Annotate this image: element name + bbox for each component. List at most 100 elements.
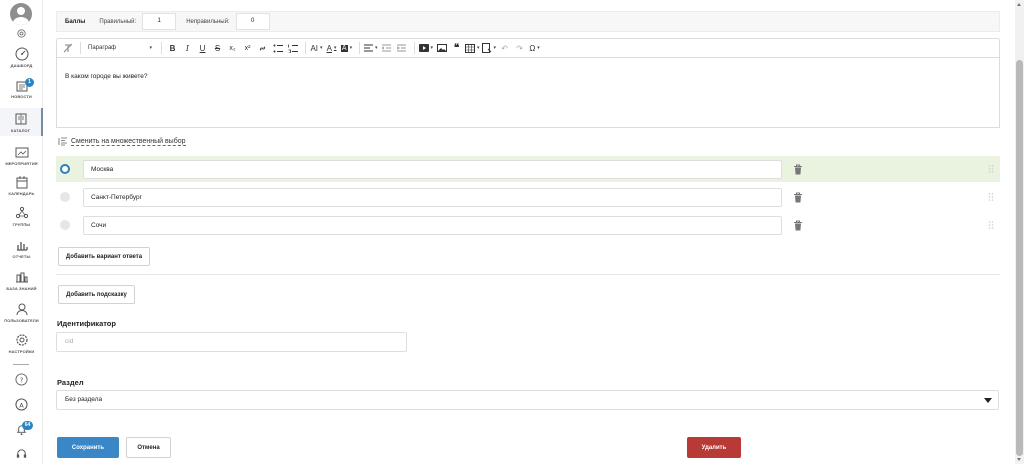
sidebar-item-label: каталог [10, 128, 31, 133]
answer-row: Санкт-Петербург [56, 184, 1000, 210]
catalog-icon [15, 113, 26, 125]
switch-to-multiple-choice[interactable]: Сменить на множественный выбор [58, 137, 186, 146]
clear-format-button[interactable] [61, 41, 74, 55]
settings-gear-icon[interactable] [16, 28, 27, 39]
toolbar-separator [305, 42, 306, 54]
template-icon [481, 43, 491, 53]
answer-correct-radio[interactable] [60, 220, 70, 230]
superscript-button[interactable]: x² [241, 41, 254, 55]
drag-handle-icon[interactable] [988, 165, 994, 173]
sidebar-item-label: отчеты [12, 254, 31, 259]
answer-text-input[interactable]: Москва [83, 159, 782, 179]
insert-template-button[interactable]: ▾ [481, 41, 497, 55]
numbered-list-button[interactable] [286, 41, 299, 55]
answer-correct-radio[interactable] [60, 192, 70, 202]
save-button[interactable]: Сохранить [57, 437, 119, 458]
trash-icon[interactable] [793, 220, 803, 231]
insert-image-button[interactable] [435, 41, 448, 55]
toolbar-separator [161, 42, 162, 54]
sidebar-item-settings[interactable]: настройки [0, 333, 43, 357]
bold-button[interactable]: B [166, 41, 179, 55]
language-icon[interactable]: A [15, 398, 28, 411]
chevron-down-icon: ▾ [349, 45, 353, 51]
correct-score-label: Правильный: [99, 18, 137, 25]
bulleted-list-button[interactable] [271, 41, 284, 55]
paragraph-format-select[interactable]: Параграф ▾ [85, 41, 155, 55]
page-scrollbar[interactable] [1015, 0, 1024, 464]
subscript-button[interactable]: x₂ [226, 41, 239, 55]
indent-button[interactable] [395, 41, 408, 55]
cancel-button[interactable]: Отмена [126, 437, 171, 458]
trash-icon[interactable] [793, 164, 803, 175]
correct-score-input[interactable]: 1 [142, 13, 177, 30]
underline-button[interactable]: U [196, 41, 209, 55]
align-button[interactable]: ▾ [364, 41, 378, 55]
sidebar-item-knowledge-base[interactable]: база знаний [0, 270, 43, 294]
drag-handle-icon[interactable] [988, 221, 994, 229]
sidebar-item-label: база знаний [6, 286, 37, 291]
score-bar: Баллы Правильный: 1 Неправильный: 0 [56, 11, 1000, 32]
link-button[interactable] [256, 41, 269, 55]
scroll-down-arrow-icon[interactable] [1017, 458, 1021, 461]
table-icon [465, 43, 476, 53]
user-avatar[interactable] [10, 3, 32, 25]
font-color-button[interactable]: A ▾ [325, 41, 338, 55]
support-headset-icon[interactable] [15, 447, 28, 460]
italic-button[interactable]: I [181, 41, 194, 55]
strikethrough-button[interactable]: S [211, 41, 224, 55]
switch-to-multiple-choice-label: Сменить на множественный выбор [71, 137, 186, 146]
sidebar-item-news[interactable]: новости [0, 78, 43, 104]
outdent-button[interactable] [380, 41, 393, 55]
sidebar-item-calendar[interactable]: календарь [0, 175, 43, 199]
list-toggle-icon [58, 137, 67, 146]
font-size-button[interactable]: AI ▾ [310, 41, 323, 55]
toolbar-separator [413, 42, 415, 54]
indent-icon [396, 44, 406, 52]
answer-text-input[interactable]: Сочи [83, 215, 782, 235]
question-editor: Баллы Правильный: 1 Неправильный: 0 Пара… [56, 0, 1000, 464]
clear-format-icon [63, 43, 72, 53]
sidebar-item-dashboard[interactable]: дашборд [0, 47, 43, 73]
notifications-badge: 64 [22, 421, 33, 430]
sidebar-item-events[interactable]: мероприятия [0, 145, 43, 169]
insert-table-button[interactable]: ▾ [465, 41, 480, 55]
sidebar-item-label: новости [11, 94, 32, 99]
toolbar-separator [359, 42, 360, 54]
question-text-editor[interactable]: В каком городе вы живете? [56, 58, 1000, 128]
incorrect-score-label: Неправильный: [186, 18, 230, 25]
help-icon[interactable]: ? [15, 373, 28, 386]
align-left-icon [364, 44, 373, 52]
sidebar-item-groups[interactable]: группы [0, 206, 43, 230]
section-select[interactable]: Без раздела [56, 390, 999, 410]
chevron-down-icon: ▾ [375, 45, 378, 51]
svg-text:?: ? [20, 375, 24, 384]
scroll-up-arrow-icon[interactable] [1017, 3, 1021, 6]
blockquote-button[interactable]: ❝ [450, 41, 463, 55]
highlight-color-button[interactable]: A ▾ [340, 41, 353, 55]
chevron-down-icon: ▾ [477, 45, 480, 51]
answer-text-input[interactable]: Санкт-Петербург [83, 187, 782, 207]
delete-button[interactable]: Удалить [687, 437, 741, 458]
drag-handle-icon[interactable] [988, 193, 994, 201]
special-characters-button[interactable]: Ω ▾ [528, 41, 541, 55]
add-answer-button[interactable]: Добавить вариант ответа [58, 247, 150, 266]
sidebar-item-label: мероприятия [5, 161, 38, 166]
insert-media-button[interactable]: ▾ [418, 41, 433, 55]
sidebar-item-reports[interactable]: отчеты [0, 238, 43, 262]
chevron-down-icon: ▾ [493, 45, 497, 51]
answer-correct-radio[interactable] [60, 164, 70, 174]
add-hint-button[interactable]: Добавить подсказку [58, 285, 135, 304]
identifier-input[interactable]: cid [56, 332, 407, 352]
events-icon [15, 147, 28, 158]
sidebar-item-label: группы [12, 222, 31, 227]
link-icon [259, 45, 266, 51]
sidebar-item-users[interactable]: пользователи [0, 302, 43, 326]
undo-button[interactable]: ↶ [498, 41, 511, 55]
trash-icon[interactable] [793, 192, 803, 203]
redo-button[interactable]: ↷ [513, 41, 526, 55]
settings-icon [15, 334, 28, 346]
scrollbar-thumb[interactable] [1016, 60, 1023, 456]
sidebar-item-catalog[interactable]: каталог [0, 108, 43, 136]
section-select-value: Без раздела [65, 396, 103, 403]
incorrect-score-input[interactable]: 0 [235, 13, 270, 30]
